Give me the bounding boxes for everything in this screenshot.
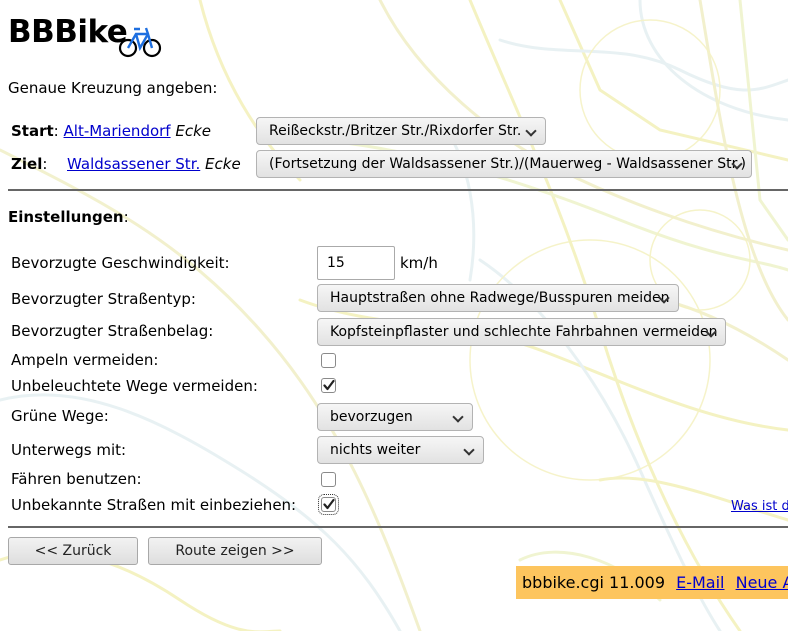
speed-unit: km/h — [400, 254, 438, 272]
ziel-colon: : — [42, 155, 48, 173]
footer-new-link[interactable]: Neue An — [736, 573, 788, 592]
show-route-button[interactable]: Route zeigen >> — [148, 537, 322, 565]
bbbike-logo[interactable]: BBBike — [8, 14, 162, 62]
ziel-street-link[interactable]: Waldsassener Str. — [67, 155, 200, 173]
green-select[interactable]: bevorzugen — [317, 403, 473, 431]
help-link[interactable]: Was ist d — [731, 499, 788, 514]
ferries-checkbox[interactable] — [321, 472, 336, 487]
footer-bar: bbbike.cgi 11.009 E-Mail Neue An — [516, 566, 788, 599]
start-colon: : — [53, 122, 59, 140]
start-crossing-value: Reißeckstr./Britzer Str./Rixdorfer Str. — [269, 123, 522, 139]
unlit-label: Unbeleuchtete Wege vermeiden: — [11, 377, 258, 395]
transport-label: Unterwegs mit: — [11, 441, 127, 459]
surface-value: Kopfsteinpflaster und schlechte Fahrbahn… — [330, 324, 718, 340]
ziel-row: Ziel: — [11, 155, 47, 173]
chevron-down-icon — [463, 444, 475, 456]
chevron-down-icon — [525, 125, 537, 137]
divider-bottom — [8, 526, 788, 528]
chevron-down-icon — [452, 411, 464, 423]
ziel-crossing-value: (Fortsetzung der Waldsassener Str.)/(Mau… — [269, 156, 746, 172]
settings-title-colon: : — [123, 208, 129, 226]
green-value: bevorzugen — [330, 409, 413, 425]
street-type-value: Hauptstraßen ohne Radwege/Busspuren meid… — [330, 290, 670, 306]
green-label: Grüne Wege: — [11, 407, 109, 425]
street-type-label: Bevorzugter Straßentyp: — [11, 290, 196, 308]
surface-select[interactable]: Kopfsteinpflaster und schlechte Fahrbahn… — [317, 318, 726, 346]
start-ecke-label: Ecke — [175, 122, 212, 140]
checkmark-icon — [323, 498, 335, 510]
checkmark-icon — [323, 379, 335, 391]
page-heading: Genaue Kreuzung angeben: — [8, 79, 218, 97]
unknown-label: Unbekannte Straßen mit einbeziehen: — [11, 496, 297, 514]
start-street-link[interactable]: Alt-Mariendorf — [64, 122, 171, 140]
ziel-ecke-label: Ecke — [205, 155, 241, 173]
logo-text: BBBike — [8, 14, 128, 50]
footer-version: bbbike.cgi 11.009 — [522, 573, 666, 592]
ziel-crossing-select[interactable]: (Fortsetzung der Waldsassener Str.)/(Mau… — [256, 150, 752, 178]
footer-email-link[interactable]: E-Mail — [676, 573, 724, 592]
traffic-lights-label: Ampeln vermeiden: — [11, 351, 159, 369]
settings-title: Einstellungen: — [8, 208, 129, 226]
start-row: Start: Alt-Mariendorf Ecke — [11, 122, 211, 140]
transport-select[interactable]: nichts weiter — [317, 436, 484, 464]
transport-value: nichts weiter — [330, 442, 421, 458]
back-button[interactable]: << Zurück — [8, 537, 138, 565]
speed-input[interactable] — [317, 246, 395, 280]
settings-title-text: Einstellungen — [8, 208, 124, 226]
surface-label: Bevorzugter Straßenbelag: — [11, 322, 214, 340]
start-label: Start — [11, 122, 54, 140]
unknown-checkbox[interactable] — [318, 494, 339, 515]
bicycle-icon — [118, 27, 162, 58]
start-crossing-select[interactable]: Reißeckstr./Britzer Str./Rixdorfer Str. — [256, 117, 546, 145]
ferries-label: Fähren benutzen: — [11, 470, 142, 488]
unlit-checkbox[interactable] — [321, 378, 336, 393]
street-type-select[interactable]: Hauptstraßen ohne Radwege/Busspuren meid… — [317, 284, 679, 312]
ziel-label: Ziel — [11, 155, 43, 173]
traffic-lights-checkbox[interactable] — [321, 353, 336, 368]
ziel-street-row: Waldsassener Str. Ecke — [67, 155, 241, 173]
divider-top — [8, 189, 788, 191]
speed-label: Bevorzugte Geschwindigkeit: — [11, 254, 230, 272]
